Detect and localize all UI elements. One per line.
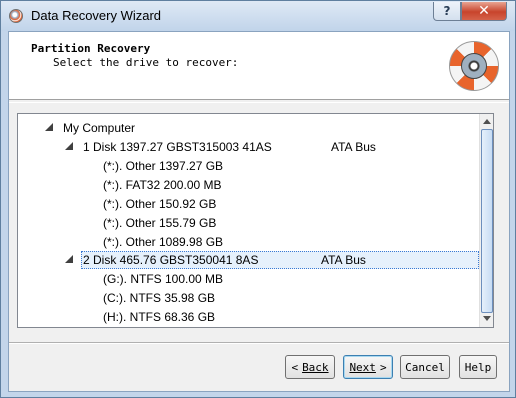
tree-node-label: My Computer xyxy=(63,121,136,135)
close-icon: ✕ xyxy=(478,3,490,19)
cancel-button[interactable]: Cancel xyxy=(400,355,450,379)
partition-label: (G:). NTFS 100.00 MB xyxy=(103,272,224,286)
cancel-label: Cancel xyxy=(405,360,445,374)
back-button[interactable]: < Back xyxy=(285,355,335,379)
partition-label: (*:). Other 155.79 GB xyxy=(103,216,217,230)
help-icon: ? xyxy=(443,4,451,18)
tree-node-disk-2[interactable]: 2 Disk 465.76 GBST350041 8AS ATA Bus xyxy=(65,251,468,269)
partition-label: (C:). NTFS 35.98 GB xyxy=(103,291,216,305)
help-button[interactable]: Help xyxy=(459,355,497,379)
tree-node-disk-1[interactable]: 1 Disk 1397.27 GBST315003 41AS ATA Bus xyxy=(65,138,468,156)
next-button[interactable]: Next > xyxy=(343,355,393,379)
app-icon xyxy=(9,9,23,23)
help-label: Help xyxy=(464,360,492,374)
next-label: Next xyxy=(349,360,376,374)
expand-icon[interactable] xyxy=(64,142,74,151)
tree-node-partition[interactable]: (C:). NTFS 35.98 GB xyxy=(103,289,215,307)
next-arrow-icon: > xyxy=(379,360,387,374)
expand-icon[interactable] xyxy=(64,255,74,264)
partition-label: (H:). NTFS 68.36 GB xyxy=(103,310,216,324)
title-bar[interactable]: Data Recovery Wizard ? ✕ xyxy=(1,1,515,31)
expand-icon[interactable] xyxy=(44,123,54,132)
partition-label: (*:). Other 1397.27 GB xyxy=(103,159,224,173)
tree-scrollbar[interactable] xyxy=(479,114,493,327)
page-title: Partition Recovery xyxy=(31,42,151,55)
back-label: Back xyxy=(302,360,329,374)
page-subtitle: Select the drive to recover: xyxy=(53,56,239,69)
tree-node-partition[interactable]: (*:). Other 1397.27 GB xyxy=(103,157,223,175)
scrollbar-thumb[interactable] xyxy=(481,129,493,313)
tree-node-partition[interactable]: (*:). Other 150.92 GB xyxy=(103,195,216,213)
wizard-body: Partition Recovery Select the drive to r… xyxy=(8,31,510,392)
tree-node-partition[interactable]: (*:). Other 155.79 GB xyxy=(103,214,216,232)
help-titlebar-button[interactable]: ? xyxy=(433,2,461,21)
disk-bus: ATA Bus xyxy=(321,253,366,267)
tree-node-partition[interactable]: (G:). NTFS 100.00 MB xyxy=(103,270,223,288)
close-button[interactable]: ✕ xyxy=(461,2,507,21)
partition-label: (*:). Other 1089.98 GB xyxy=(103,235,224,249)
disk-label: 2 Disk 465.76 GBST350041 8AS xyxy=(83,253,259,267)
tree-node-partition[interactable]: (*:). Other 1089.98 GB xyxy=(103,233,223,251)
wizard-window: Data Recovery Wizard ? ✕ Partition Recov… xyxy=(0,0,516,398)
window-title: Data Recovery Wizard xyxy=(31,8,162,23)
wizard-header: Partition Recovery Select the drive to r… xyxy=(9,32,509,100)
disk-bus: ATA Bus xyxy=(331,140,376,154)
disk-label: 1 Disk 1397.27 GBST315003 41AS xyxy=(83,140,272,154)
footer-divider-highlight xyxy=(9,343,509,344)
tree-node-partition[interactable]: (H:). NTFS 68.36 GB xyxy=(103,308,215,326)
scroll-down-icon[interactable] xyxy=(483,316,491,321)
partition-label: (*:). FAT32 200.00 MB xyxy=(103,178,222,192)
lifebuoy-logo-icon xyxy=(449,41,499,91)
drive-tree[interactable]: My Computer 1 Disk 1397.27 GBST315003 41… xyxy=(17,113,494,328)
header-divider xyxy=(9,102,509,103)
tree-node-partition[interactable]: (*:). FAT32 200.00 MB xyxy=(103,176,222,194)
partition-label: (*:). Other 150.92 GB xyxy=(103,197,217,211)
back-arrow-icon: < xyxy=(291,360,299,374)
scroll-up-icon[interactable] xyxy=(483,119,491,124)
